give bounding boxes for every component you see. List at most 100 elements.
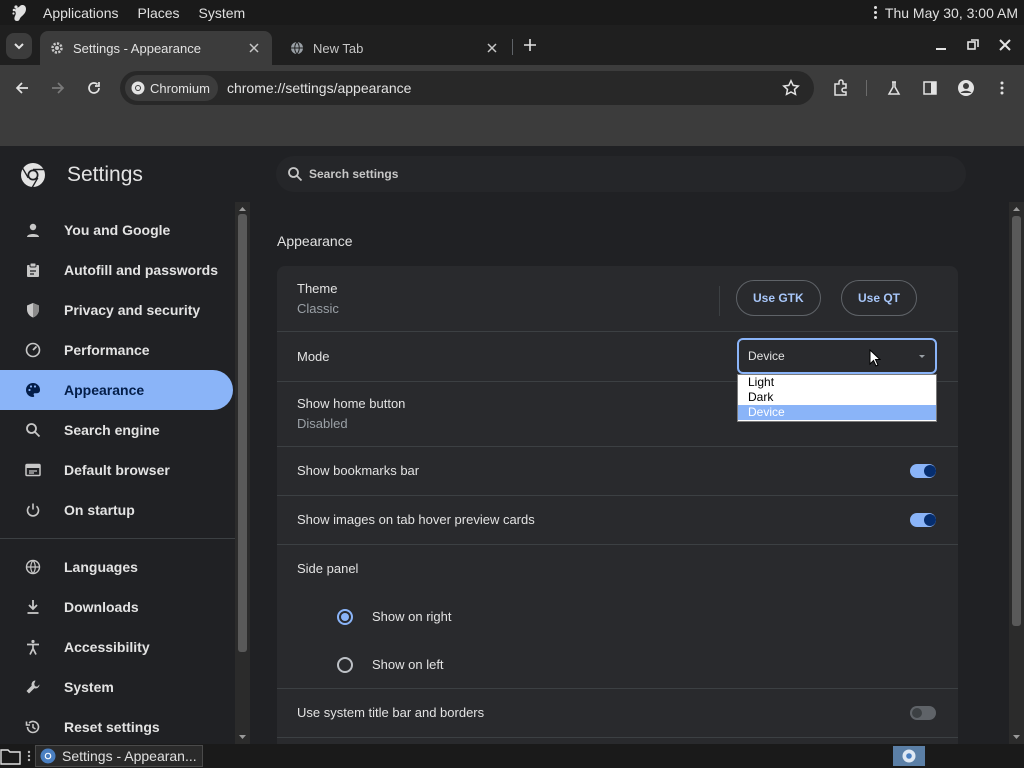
sidebar-item-privacy[interactable]: Privacy and security [0,290,233,330]
tab-title: New Tab [313,40,364,56]
tab-separator [512,39,513,55]
theme-row: Theme Classic Use GTK Use QT [277,266,958,331]
close-icon[interactable] [246,40,262,56]
workspace-switcher[interactable] [893,746,925,766]
settings-header: Settings Search settings [0,146,1024,202]
wrench-icon [24,678,42,696]
sidebar-item-label: Performance [64,342,150,358]
power-icon [24,501,42,519]
sidebar-item-languages[interactable]: Languages [0,547,233,587]
globe-icon [24,558,42,576]
reload-button[interactable] [82,76,106,100]
sidebar-item-label: Accessibility [64,639,150,655]
system-title-bar-toggle[interactable] [910,706,936,720]
reload-icon [88,82,100,94]
toolbar-separator [866,80,867,96]
radio-show-on-right[interactable] [337,609,353,625]
address-bar[interactable]: Chromium chrome://settings/appearance [120,71,814,105]
gnome-foot-icon[interactable] [10,2,32,24]
sidebar-item-downloads[interactable]: Downloads [0,587,233,627]
mode-option-light[interactable]: Light [738,375,936,390]
bookmark-star-icon[interactable] [782,79,800,97]
minimize-button[interactable] [931,35,951,55]
chevron-down-icon [14,43,24,50]
sidebar-item-autofill[interactable]: Autofill and passwords [0,250,233,290]
applications-menu[interactable]: Applications [35,5,127,21]
sidebar-item-search-engine[interactable]: Search engine [0,410,233,450]
sidebar-item-performance[interactable]: Performance [0,330,233,370]
sidebar-item-reset-settings[interactable]: Reset settings [0,707,233,747]
kebab-menu-icon [1000,81,1004,95]
scroll-up-icon[interactable] [238,205,247,213]
tab-search-button[interactable] [6,33,32,59]
sidebar-scrollbar[interactable] [235,202,250,744]
arrow-left-icon [15,82,28,94]
hover-cards-toggle[interactable] [910,513,936,527]
radio-label: Show on right [372,609,452,624]
shield-icon [24,301,42,319]
profile-button[interactable] [954,76,978,100]
bookmarks-bar-label: Show bookmarks bar [297,463,420,478]
system-title-bar-label: Use system title bar and borders [297,705,485,720]
system-menu[interactable]: System [191,5,254,21]
new-tab-button[interactable] [520,35,540,55]
sidebar-item-you-and-google[interactable]: You and Google [0,210,233,250]
search-icon [288,167,303,182]
content-scrollbar[interactable] [1009,202,1024,744]
taskbar-window-button[interactable]: Settings - Appearan... [35,745,203,767]
radio-show-on-left[interactable] [337,657,353,673]
download-icon [24,598,42,616]
labs-button[interactable] [882,76,906,100]
theme-label: Theme [297,281,338,296]
radio-label: Show on left [372,657,444,672]
sidebar-scroll-thumb[interactable] [238,214,247,652]
sidebar-item-appearance[interactable]: Appearance [0,370,233,410]
panel-kebab-icon[interactable] [871,6,881,19]
side-panel-icon [923,81,937,95]
sidebar-item-accessibility[interactable]: Accessibility [0,627,233,667]
toolbar-extension-area [0,111,1024,146]
back-button[interactable] [10,76,34,100]
menu-button[interactable] [990,76,1014,100]
system-title-bar-row: Use system title bar and borders [277,688,958,737]
tab-strip: Settings - Appearance New Tab [0,25,1024,65]
forward-button[interactable] [46,76,70,100]
scroll-down-icon[interactable] [1012,733,1021,741]
sidebar-item-default-browser[interactable]: Default browser [0,450,233,490]
side-panel-option-right[interactable]: Show on right [277,593,958,641]
search-input[interactable]: Search settings [276,156,966,192]
use-gtk-button[interactable]: Use GTK [736,280,821,316]
caret-down-icon [919,355,925,358]
extensions-button[interactable] [829,76,853,100]
tab-settings[interactable]: Settings - Appearance [40,31,272,65]
files-icon[interactable] [0,746,22,766]
use-qt-button[interactable]: Use QT [841,280,918,316]
url-text[interactable]: chrome://settings/appearance [227,80,411,96]
restore-icon [967,39,979,50]
site-info-chip[interactable]: Chromium [125,75,218,101]
scroll-down-icon[interactable] [238,733,247,741]
sidebar-item-label: Default browser [64,462,170,478]
close-window-button[interactable] [995,35,1015,55]
speedometer-icon [24,341,42,359]
mode-label: Mode [297,349,330,364]
sidebar-item-on-startup[interactable]: On startup [0,490,233,530]
scroll-up-icon[interactable] [1012,205,1021,213]
clock[interactable]: Thu May 30, 3:00 AM [885,5,1018,21]
system-panel: Applications Places System Thu May 30, 3… [0,0,1024,25]
mode-option-dark[interactable]: Dark [738,390,936,405]
side-panel-option-left[interactable]: Show on left [277,641,958,689]
content-scroll-thumb[interactable] [1012,216,1021,626]
sidebar-item-system[interactable]: System [0,667,233,707]
places-menu[interactable]: Places [130,5,188,21]
tab-new-tab[interactable]: New Tab [280,31,510,65]
mode-option-device[interactable]: Device [738,405,936,420]
mode-select[interactable]: Device [737,338,937,374]
close-icon[interactable] [484,40,500,56]
bookmarks-bar-toggle[interactable] [910,464,936,478]
search-placeholder: Search settings [309,167,399,181]
search-icon [24,421,42,439]
minimize-icon [936,48,946,50]
side-panel-button[interactable] [918,76,942,100]
restore-button[interactable] [963,35,983,55]
